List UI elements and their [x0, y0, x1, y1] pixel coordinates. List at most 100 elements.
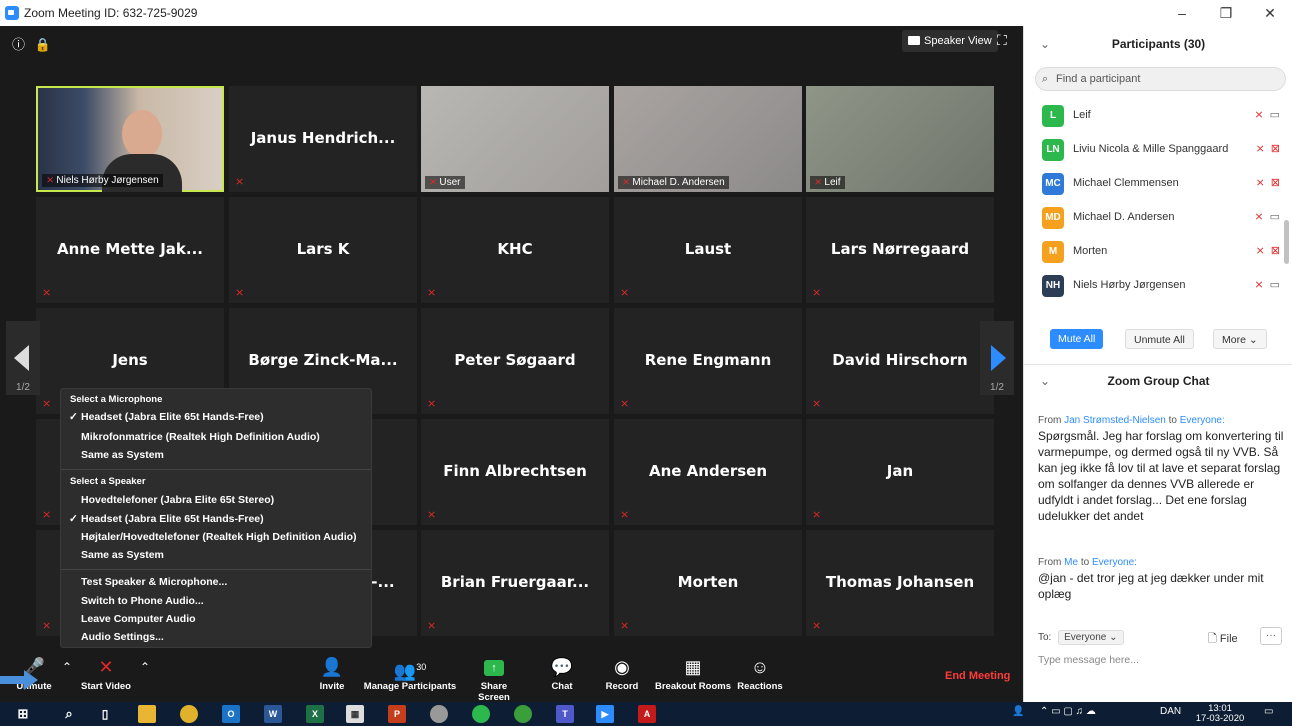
- share-screen-button[interactable]: ↑ Share Screen: [464, 653, 524, 703]
- manage-participants-button[interactable]: 👥30 Manage Participants: [362, 653, 458, 702]
- record-button[interactable]: ◉ Record: [602, 653, 642, 702]
- video-tile[interactable]: ⨯ Michael D. Andersen: [614, 86, 802, 192]
- more-button[interactable]: More ⌄: [1213, 329, 1267, 349]
- prev-page-button[interactable]: 1/2: [6, 321, 40, 395]
- video-tile[interactable]: Laust ⨯: [614, 197, 802, 303]
- speaker-option[interactable]: Højtaler/Hovedtelefoner (Realtek High De…: [81, 531, 357, 543]
- excel-icon[interactable]: X: [306, 705, 324, 723]
- speaker-option[interactable]: ✓ Headset (Jabra Elite 65t Hands-Free): [69, 513, 264, 525]
- participant-row[interactable]: MC Michael Clemmensen ⨯ ⊠: [1024, 167, 1286, 201]
- app-icon[interactable]: [472, 705, 490, 723]
- video-tile[interactable]: ⨯ User: [421, 86, 609, 192]
- people-icon[interactable]: 👤: [1012, 706, 1024, 717]
- invite-button[interactable]: 👤 Invite: [312, 653, 352, 702]
- next-page-button[interactable]: 1/2: [980, 321, 1014, 395]
- participant-scrollbar[interactable]: [1284, 220, 1289, 264]
- participant-name: Michael D. Andersen: [1073, 211, 1175, 223]
- tray-icons[interactable]: ⌃ ▭ ▢ ♫ ☁: [1040, 706, 1096, 717]
- file-button[interactable]: 🗋 File: [1208, 630, 1238, 649]
- video-tile[interactable]: KHC ⨯: [421, 197, 609, 303]
- video-tile[interactable]: Brian Fruergaar... ⨯: [421, 530, 609, 636]
- participant-name: Brian Fruergaar...: [440, 573, 590, 591]
- windows-start-icon[interactable]: ⊞: [14, 705, 32, 723]
- lock-icon[interactable]: 🔒: [35, 37, 51, 52]
- app-icon[interactable]: [430, 705, 448, 723]
- notification-icon[interactable]: ▭: [1264, 706, 1273, 717]
- participant-row[interactable]: M Morten ⨯ ⊠: [1024, 235, 1286, 269]
- file-explorer-icon[interactable]: [138, 705, 156, 723]
- video-tile[interactable]: Anne Mette Jak... ⨯: [36, 197, 224, 303]
- mute-all-button[interactable]: Mute All: [1050, 329, 1104, 349]
- video-tile[interactable]: Thomas Johansen ⨯: [806, 530, 994, 636]
- fullscreen-icon[interactable]: ⛶: [997, 32, 1007, 49]
- video-camera-icon: ▭: [1269, 279, 1280, 291]
- maximize-button[interactable]: ❐: [1206, 2, 1246, 24]
- test-speaker-mic-item[interactable]: Test Speaker & Microphone...: [81, 576, 227, 588]
- speaker-option[interactable]: Hovedtelefoner (Jabra Elite 65t Stereo): [81, 494, 274, 506]
- close-button[interactable]: ✕: [1250, 2, 1290, 24]
- search-icon[interactable]: ⌕: [60, 705, 78, 723]
- switch-phone-audio-item[interactable]: Switch to Phone Audio...: [81, 595, 204, 607]
- task-view-icon[interactable]: ▯: [96, 705, 114, 723]
- muted-mic-icon: ⨯: [620, 509, 630, 521]
- chrome-icon[interactable]: [180, 705, 198, 723]
- recipient-select[interactable]: Everyone ⌄: [1058, 630, 1124, 645]
- chat-message-input[interactable]: Type message here...: [1038, 654, 1139, 666]
- audio-settings-item[interactable]: Audio Settings...: [81, 631, 164, 643]
- participant-row[interactable]: L Leif ⨯ ▭: [1024, 99, 1286, 133]
- participant-name: Jan: [886, 462, 914, 480]
- video-tile[interactable]: ⨯ Leif: [806, 86, 994, 192]
- participant-row[interactable]: NH Niels Hørby Jørgensen ⨯ ▭: [1024, 269, 1286, 303]
- participant-search-input[interactable]: ⌕ Find a participant: [1035, 67, 1286, 91]
- video-options-caret[interactable]: ⌃: [136, 653, 154, 702]
- muted-mic-icon: ⨯: [812, 509, 822, 521]
- audio-options-caret[interactable]: ⌃: [58, 653, 76, 702]
- mic-option[interactable]: ✓ Headset (Jabra Elite 65t Hands-Free): [69, 411, 264, 423]
- chat-more-button[interactable]: ···: [1260, 627, 1282, 645]
- participant-name: Finn Albrechtsen: [443, 462, 587, 480]
- video-tile[interactable]: Ane Andersen ⨯: [614, 419, 802, 525]
- speaker-option[interactable]: Same as System: [81, 549, 164, 561]
- info-icon[interactable]: ⓘ: [12, 37, 25, 52]
- video-tile[interactable]: Jan ⨯: [806, 419, 994, 525]
- video-tile[interactable]: Rene Engmann ⨯: [614, 308, 802, 414]
- chevron-down-icon[interactable]: ⌄: [1040, 365, 1050, 397]
- participant-row[interactable]: LN Liviu Nicola & Mille Spanggaard ⨯ ⊠: [1024, 133, 1286, 167]
- start-video-button[interactable]: ✕ Start Video: [78, 653, 134, 702]
- zoom-taskbar-icon[interactable]: ▶: [596, 705, 614, 723]
- participant-name: Janus Hendrich...: [250, 129, 396, 147]
- video-tile[interactable]: Janus Hendrich... ⨯: [229, 86, 417, 192]
- minimize-button[interactable]: –: [1162, 2, 1202, 24]
- chat-icon: 💬: [550, 657, 574, 677]
- unmute-all-button[interactable]: Unmute All: [1125, 329, 1194, 349]
- outlook-icon[interactable]: O: [222, 705, 240, 723]
- app-icon[interactable]: [514, 705, 532, 723]
- breakout-rooms-button[interactable]: ▦ Breakout Rooms: [652, 653, 734, 702]
- video-tile[interactable]: Peter Søgaard ⨯: [421, 308, 609, 414]
- teams-icon[interactable]: T: [556, 705, 574, 723]
- video-tile[interactable]: Morten ⨯: [614, 530, 802, 636]
- end-meeting-button[interactable]: End Meeting: [945, 670, 1010, 682]
- acrobat-icon[interactable]: A: [638, 705, 656, 723]
- video-tile[interactable]: David Hirschorn ⨯: [806, 308, 994, 414]
- avatar: LN: [1042, 139, 1064, 161]
- language-indicator[interactable]: DAN: [1160, 706, 1181, 717]
- participant-row[interactable]: MD Michael D. Andersen ⨯ ▭: [1024, 201, 1286, 235]
- speaker-view-button[interactable]: Speaker View: [902, 30, 998, 52]
- mic-option[interactable]: Mikrofonmatrice (Realtek High Definition…: [81, 431, 320, 443]
- leave-computer-audio-item[interactable]: Leave Computer Audio: [81, 613, 196, 625]
- video-tile[interactable]: Finn Albrechtsen ⨯: [421, 419, 609, 525]
- video-tile[interactable]: ⨯ Niels Hørby Jørgensen: [36, 86, 224, 192]
- mic-option[interactable]: Same as System: [81, 449, 164, 461]
- taskbar-clock[interactable]: 13:01 17-03-2020: [1192, 704, 1248, 724]
- video-tile[interactable]: Lars K ⨯: [229, 197, 417, 303]
- powerpoint-icon[interactable]: P: [388, 705, 406, 723]
- calculator-icon[interactable]: ▦: [346, 705, 364, 723]
- reactions-button[interactable]: ☺ Reactions: [737, 653, 783, 702]
- muted-mic-icon: ⨯: [812, 620, 822, 632]
- muted-mic-icon: ⨯: [427, 620, 437, 632]
- chevron-down-icon[interactable]: ⌄: [1040, 26, 1050, 62]
- word-icon[interactable]: W: [264, 705, 282, 723]
- chat-button[interactable]: 💬 Chat: [542, 653, 582, 702]
- video-tile[interactable]: Lars Nørregaard ⨯: [806, 197, 994, 303]
